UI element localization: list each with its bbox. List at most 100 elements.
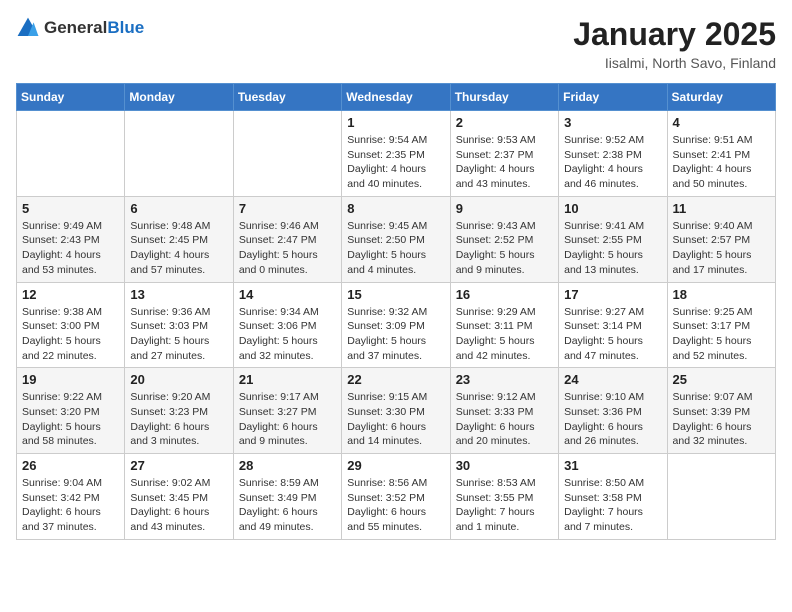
day-number: 19	[22, 372, 119, 387]
weekday-header-sunday: Sunday	[17, 84, 125, 111]
calendar-cell: 3Sunrise: 9:52 AM Sunset: 2:38 PM Daylig…	[559, 111, 667, 197]
day-number: 31	[564, 458, 661, 473]
calendar-cell: 25 Sunrise: 9:07 AM Sunset: 3:39 PM Dayli…	[667, 368, 775, 454]
calendar-cell: 30 Sunrise: 8:53 AM Sunset: 3:55 PM Dayli…	[450, 454, 558, 540]
day-info: Sunrise: 9:48 AM Sunset: 2:45 PM Dayligh…	[130, 219, 227, 278]
weekday-header-thursday: Thursday	[450, 84, 558, 111]
day-info: Sunrise: 9:17 AM Sunset: 3:27 PM Dayligh…	[239, 390, 336, 449]
day-number: 5	[22, 201, 119, 216]
day-info: Sunrise: 9:07 AM Sunset: 3:39 PM Dayligh…	[673, 390, 770, 449]
calendar-cell: 14Sunrise: 9:34 AM Sunset: 3:06 PM Dayli…	[233, 282, 341, 368]
day-info: Sunrise: 9:32 AM Sunset: 3:09 PM Dayligh…	[347, 305, 444, 364]
calendar-cell: 6 Sunrise: 9:48 AM Sunset: 2:45 PM Daylig…	[125, 196, 233, 282]
day-info: Sunrise: 9:51 AM Sunset: 2:41 PM Dayligh…	[673, 133, 770, 192]
calendar-cell: 8 Sunrise: 9:45 AM Sunset: 2:50 PM Daylig…	[342, 196, 450, 282]
day-number: 29	[347, 458, 444, 473]
week-row-1: 1 Sunrise: 9:54 AM Sunset: 2:35 PM Daylig…	[17, 111, 776, 197]
day-info: Sunrise: 9:46 AM Sunset: 2:47 PM Dayligh…	[239, 219, 336, 278]
calendar-cell: 23 Sunrise: 9:12 AM Sunset: 3:33 PM Dayli…	[450, 368, 558, 454]
logo-general: GeneralBlue	[44, 18, 144, 38]
weekday-header-monday: Monday	[125, 84, 233, 111]
day-number: 7	[239, 201, 336, 216]
weekday-header-friday: Friday	[559, 84, 667, 111]
day-number: 8	[347, 201, 444, 216]
month-title: January 2025	[573, 16, 776, 53]
calendar-cell: 16 Sunrise: 9:29 AM Sunset: 3:11 PM Dayli…	[450, 282, 558, 368]
day-number: 10	[564, 201, 661, 216]
calendar-cell: 26 Sunrise: 9:04 AM Sunset: 3:42 PM Dayli…	[17, 454, 125, 540]
calendar-cell: 22Sunrise: 9:15 AM Sunset: 3:30 PM Dayli…	[342, 368, 450, 454]
calendar-cell: 31 Sunrise: 8:50 AM Sunset: 3:58 PM Dayli…	[559, 454, 667, 540]
calendar-table: SundayMondayTuesdayWednesdayThursdayFrid…	[16, 83, 776, 540]
calendar-cell: 20 Sunrise: 9:20 AM Sunset: 3:23 PM Dayli…	[125, 368, 233, 454]
calendar-cell: 2 Sunrise: 9:53 AM Sunset: 2:37 PM Daylig…	[450, 111, 558, 197]
day-number: 17	[564, 287, 661, 302]
weekday-header-row: SundayMondayTuesdayWednesdayThursdayFrid…	[17, 84, 776, 111]
day-info: Sunrise: 9:29 AM Sunset: 3:11 PM Dayligh…	[456, 305, 553, 364]
day-info: Sunrise: 9:41 AM Sunset: 2:55 PM Dayligh…	[564, 219, 661, 278]
day-number: 6	[130, 201, 227, 216]
calendar-cell: 21 Sunrise: 9:17 AM Sunset: 3:27 PM Dayli…	[233, 368, 341, 454]
calendar-cell: 29 Sunrise: 8:56 AM Sunset: 3:52 PM Dayli…	[342, 454, 450, 540]
day-info: Sunrise: 9:43 AM Sunset: 2:52 PM Dayligh…	[456, 219, 553, 278]
calendar-cell	[17, 111, 125, 197]
day-number: 27	[130, 458, 227, 473]
day-number: 2	[456, 115, 553, 130]
day-info: Sunrise: 9:45 AM Sunset: 2:50 PM Dayligh…	[347, 219, 444, 278]
location-subtitle: Iisalmi, North Savo, Finland	[573, 55, 776, 71]
day-number: 1	[347, 115, 444, 130]
day-number: 26	[22, 458, 119, 473]
day-number: 28	[239, 458, 336, 473]
calendar-cell: 9 Sunrise: 9:43 AM Sunset: 2:52 PM Daylig…	[450, 196, 558, 282]
calendar-cell: 17 Sunrise: 9:27 AM Sunset: 3:14 PM Dayli…	[559, 282, 667, 368]
day-info: Sunrise: 9:53 AM Sunset: 2:37 PM Dayligh…	[456, 133, 553, 192]
day-number: 25	[673, 372, 770, 387]
logo: GeneralBlue	[16, 16, 144, 40]
day-info: Sunrise: 8:59 AM Sunset: 3:49 PM Dayligh…	[239, 476, 336, 535]
calendar-cell: 27 Sunrise: 9:02 AM Sunset: 3:45 PM Dayli…	[125, 454, 233, 540]
day-number: 22	[347, 372, 444, 387]
day-number: 16	[456, 287, 553, 302]
logo-icon	[16, 16, 40, 40]
calendar-cell: 24Sunrise: 9:10 AM Sunset: 3:36 PM Dayli…	[559, 368, 667, 454]
calendar-cell: 4 Sunrise: 9:51 AM Sunset: 2:41 PM Daylig…	[667, 111, 775, 197]
day-number: 20	[130, 372, 227, 387]
day-number: 21	[239, 372, 336, 387]
day-number: 9	[456, 201, 553, 216]
weekday-header-tuesday: Tuesday	[233, 84, 341, 111]
calendar-cell: 13Sunrise: 9:36 AM Sunset: 3:03 PM Dayli…	[125, 282, 233, 368]
day-info: Sunrise: 9:20 AM Sunset: 3:23 PM Dayligh…	[130, 390, 227, 449]
calendar-cell: 7 Sunrise: 9:46 AM Sunset: 2:47 PM Daylig…	[233, 196, 341, 282]
calendar-cell: 10 Sunrise: 9:41 AM Sunset: 2:55 PM Dayli…	[559, 196, 667, 282]
calendar-cell: 28 Sunrise: 8:59 AM Sunset: 3:49 PM Dayli…	[233, 454, 341, 540]
day-info: Sunrise: 9:12 AM Sunset: 3:33 PM Dayligh…	[456, 390, 553, 449]
calendar-cell: 18Sunrise: 9:25 AM Sunset: 3:17 PM Dayli…	[667, 282, 775, 368]
day-info: Sunrise: 9:49 AM Sunset: 2:43 PM Dayligh…	[22, 219, 119, 278]
week-row-3: 12Sunrise: 9:38 AM Sunset: 3:00 PM Dayli…	[17, 282, 776, 368]
day-number: 24	[564, 372, 661, 387]
calendar-cell: 19 Sunrise: 9:22 AM Sunset: 3:20 PM Dayli…	[17, 368, 125, 454]
day-number: 23	[456, 372, 553, 387]
day-info: Sunrise: 8:53 AM Sunset: 3:55 PM Dayligh…	[456, 476, 553, 535]
calendar-cell: 1 Sunrise: 9:54 AM Sunset: 2:35 PM Daylig…	[342, 111, 450, 197]
day-info: Sunrise: 9:27 AM Sunset: 3:14 PM Dayligh…	[564, 305, 661, 364]
day-number: 3	[564, 115, 661, 130]
day-number: 13	[130, 287, 227, 302]
day-info: Sunrise: 8:56 AM Sunset: 3:52 PM Dayligh…	[347, 476, 444, 535]
day-number: 4	[673, 115, 770, 130]
header: GeneralBlue January 2025 Iisalmi, North …	[16, 16, 776, 71]
day-number: 18	[673, 287, 770, 302]
day-info: Sunrise: 9:40 AM Sunset: 2:57 PM Dayligh…	[673, 219, 770, 278]
day-info: Sunrise: 9:02 AM Sunset: 3:45 PM Dayligh…	[130, 476, 227, 535]
calendar-cell: 12Sunrise: 9:38 AM Sunset: 3:00 PM Dayli…	[17, 282, 125, 368]
day-number: 30	[456, 458, 553, 473]
day-info: Sunrise: 9:04 AM Sunset: 3:42 PM Dayligh…	[22, 476, 119, 535]
day-number: 14	[239, 287, 336, 302]
day-info: Sunrise: 9:22 AM Sunset: 3:20 PM Dayligh…	[22, 390, 119, 449]
day-info: Sunrise: 9:54 AM Sunset: 2:35 PM Dayligh…	[347, 133, 444, 192]
calendar-cell	[233, 111, 341, 197]
day-info: Sunrise: 8:50 AM Sunset: 3:58 PM Dayligh…	[564, 476, 661, 535]
weekday-header-wednesday: Wednesday	[342, 84, 450, 111]
week-row-5: 26 Sunrise: 9:04 AM Sunset: 3:42 PM Dayli…	[17, 454, 776, 540]
calendar-cell	[667, 454, 775, 540]
